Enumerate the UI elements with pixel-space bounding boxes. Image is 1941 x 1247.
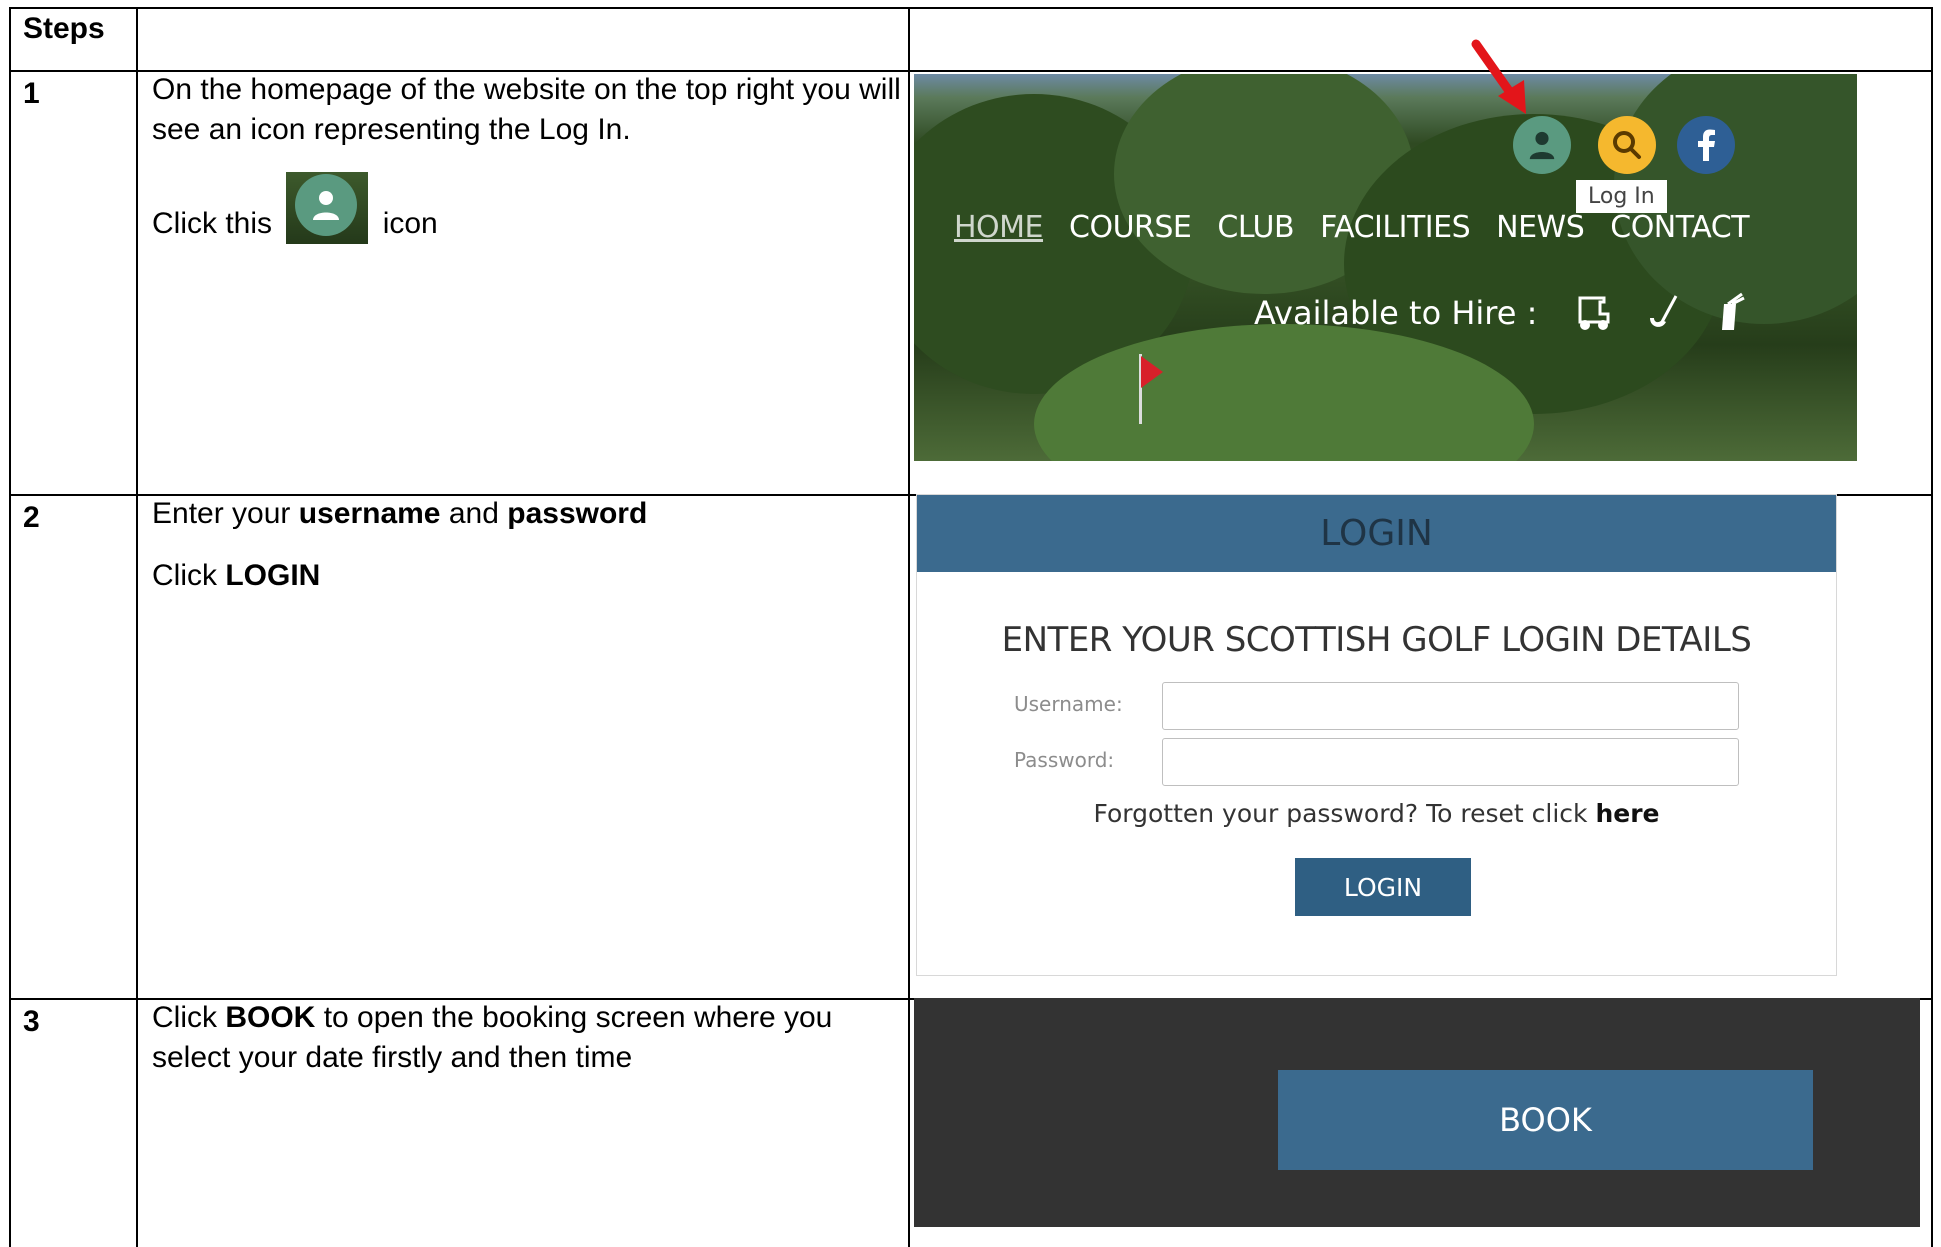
step-3-text: Click BOOK to open the booking screen wh… (152, 998, 912, 1078)
step-2-line: Enter your username and password (152, 494, 912, 534)
login-tooltip: Log In (1576, 180, 1667, 213)
step-3-line: Click BOOK to open the booking screen wh… (152, 998, 912, 1078)
table-border-right (1931, 7, 1933, 1247)
login-screenshot: LOGIN ENTER YOUR SCOTTISH GOLF LOGIN DET… (916, 494, 1837, 976)
step-2-text: Enter your username and password Click L… (152, 494, 912, 596)
step-2-password: password (507, 497, 648, 530)
booking-screenshot: BOOK (914, 998, 1920, 1227)
nav-item-course[interactable]: COURSE (1069, 210, 1192, 245)
step-number: 3 (23, 1005, 40, 1038)
golf-bag-icon[interactable] (1714, 292, 1746, 340)
steps-header: Steps (23, 12, 105, 45)
table-col-divider (136, 7, 138, 1247)
step-2-prefix: Enter your (152, 497, 291, 530)
step-1-click-line: Click this icon (152, 172, 912, 244)
user-icon (295, 174, 358, 236)
red-arrow-icon (1471, 39, 1526, 114)
table-border-top (9, 7, 1933, 9)
user-icon[interactable] (1513, 116, 1571, 174)
homepage-screenshot: Log In HOME COURSE CLUB FACILITIES NEWS CONTA… (914, 74, 1857, 461)
nav-item-home[interactable]: HOME (954, 210, 1044, 245)
login-bar-title: LOGIN (917, 495, 1836, 572)
step-2-and: and (448, 497, 499, 530)
golf-club-icon[interactable] (1646, 295, 1692, 340)
hire-label: Available to Hire : (1254, 294, 1538, 332)
step-1-click-prefix: Click this (152, 207, 273, 240)
hire-icons (1574, 292, 1768, 341)
username-input[interactable] (1162, 682, 1739, 730)
forgot-password-text: Forgotten your password? To reset click … (917, 799, 1836, 828)
step-1-line: On the homepage of the website on the to… (152, 73, 901, 146)
step-1-text: On the homepage of the website on the to… (152, 70, 912, 244)
reset-password-link[interactable]: here (1595, 799, 1659, 828)
forgot-password-prefix: Forgotten your password? To reset click (1093, 799, 1588, 828)
step-1-click-suffix: icon (382, 207, 438, 240)
table-border-left (9, 7, 11, 1247)
flag-icon (1141, 356, 1163, 388)
password-label: Password: (1014, 748, 1115, 772)
step-2-click-line: Click LOGIN (152, 556, 912, 596)
step-3-click-prefix: Click (152, 1001, 217, 1034)
nav-item-facilities[interactable]: FACILITIES (1320, 210, 1471, 245)
login-button[interactable]: LOGIN (1295, 858, 1471, 916)
step-number: 1 (23, 77, 40, 110)
username-label: Username: (1014, 692, 1123, 716)
nav-item-news[interactable]: NEWS (1496, 210, 1585, 245)
step-3-click-target: BOOK (225, 1001, 316, 1034)
step-2-click-prefix: Click (152, 559, 217, 592)
facebook-icon[interactable] (1677, 116, 1735, 174)
nav-item-club[interactable]: CLUB (1217, 210, 1294, 245)
step-number: 2 (23, 501, 40, 534)
search-icon[interactable] (1598, 116, 1656, 174)
main-nav: HOME COURSE CLUB FACILITIES NEWS CONTACT (954, 210, 1775, 245)
golf-cart-icon[interactable] (1574, 296, 1624, 340)
login-heading: ENTER YOUR SCOTTISH GOLF LOGIN DETAILS (1001, 620, 1752, 660)
nav-item-contact[interactable]: CONTACT (1610, 210, 1749, 245)
step-2-click-target: LOGIN (225, 559, 321, 592)
step-2-username: username (298, 497, 441, 530)
password-input[interactable] (1162, 738, 1739, 786)
book-button[interactable]: BOOK (1278, 1070, 1813, 1170)
login-icon-inline (286, 172, 369, 244)
